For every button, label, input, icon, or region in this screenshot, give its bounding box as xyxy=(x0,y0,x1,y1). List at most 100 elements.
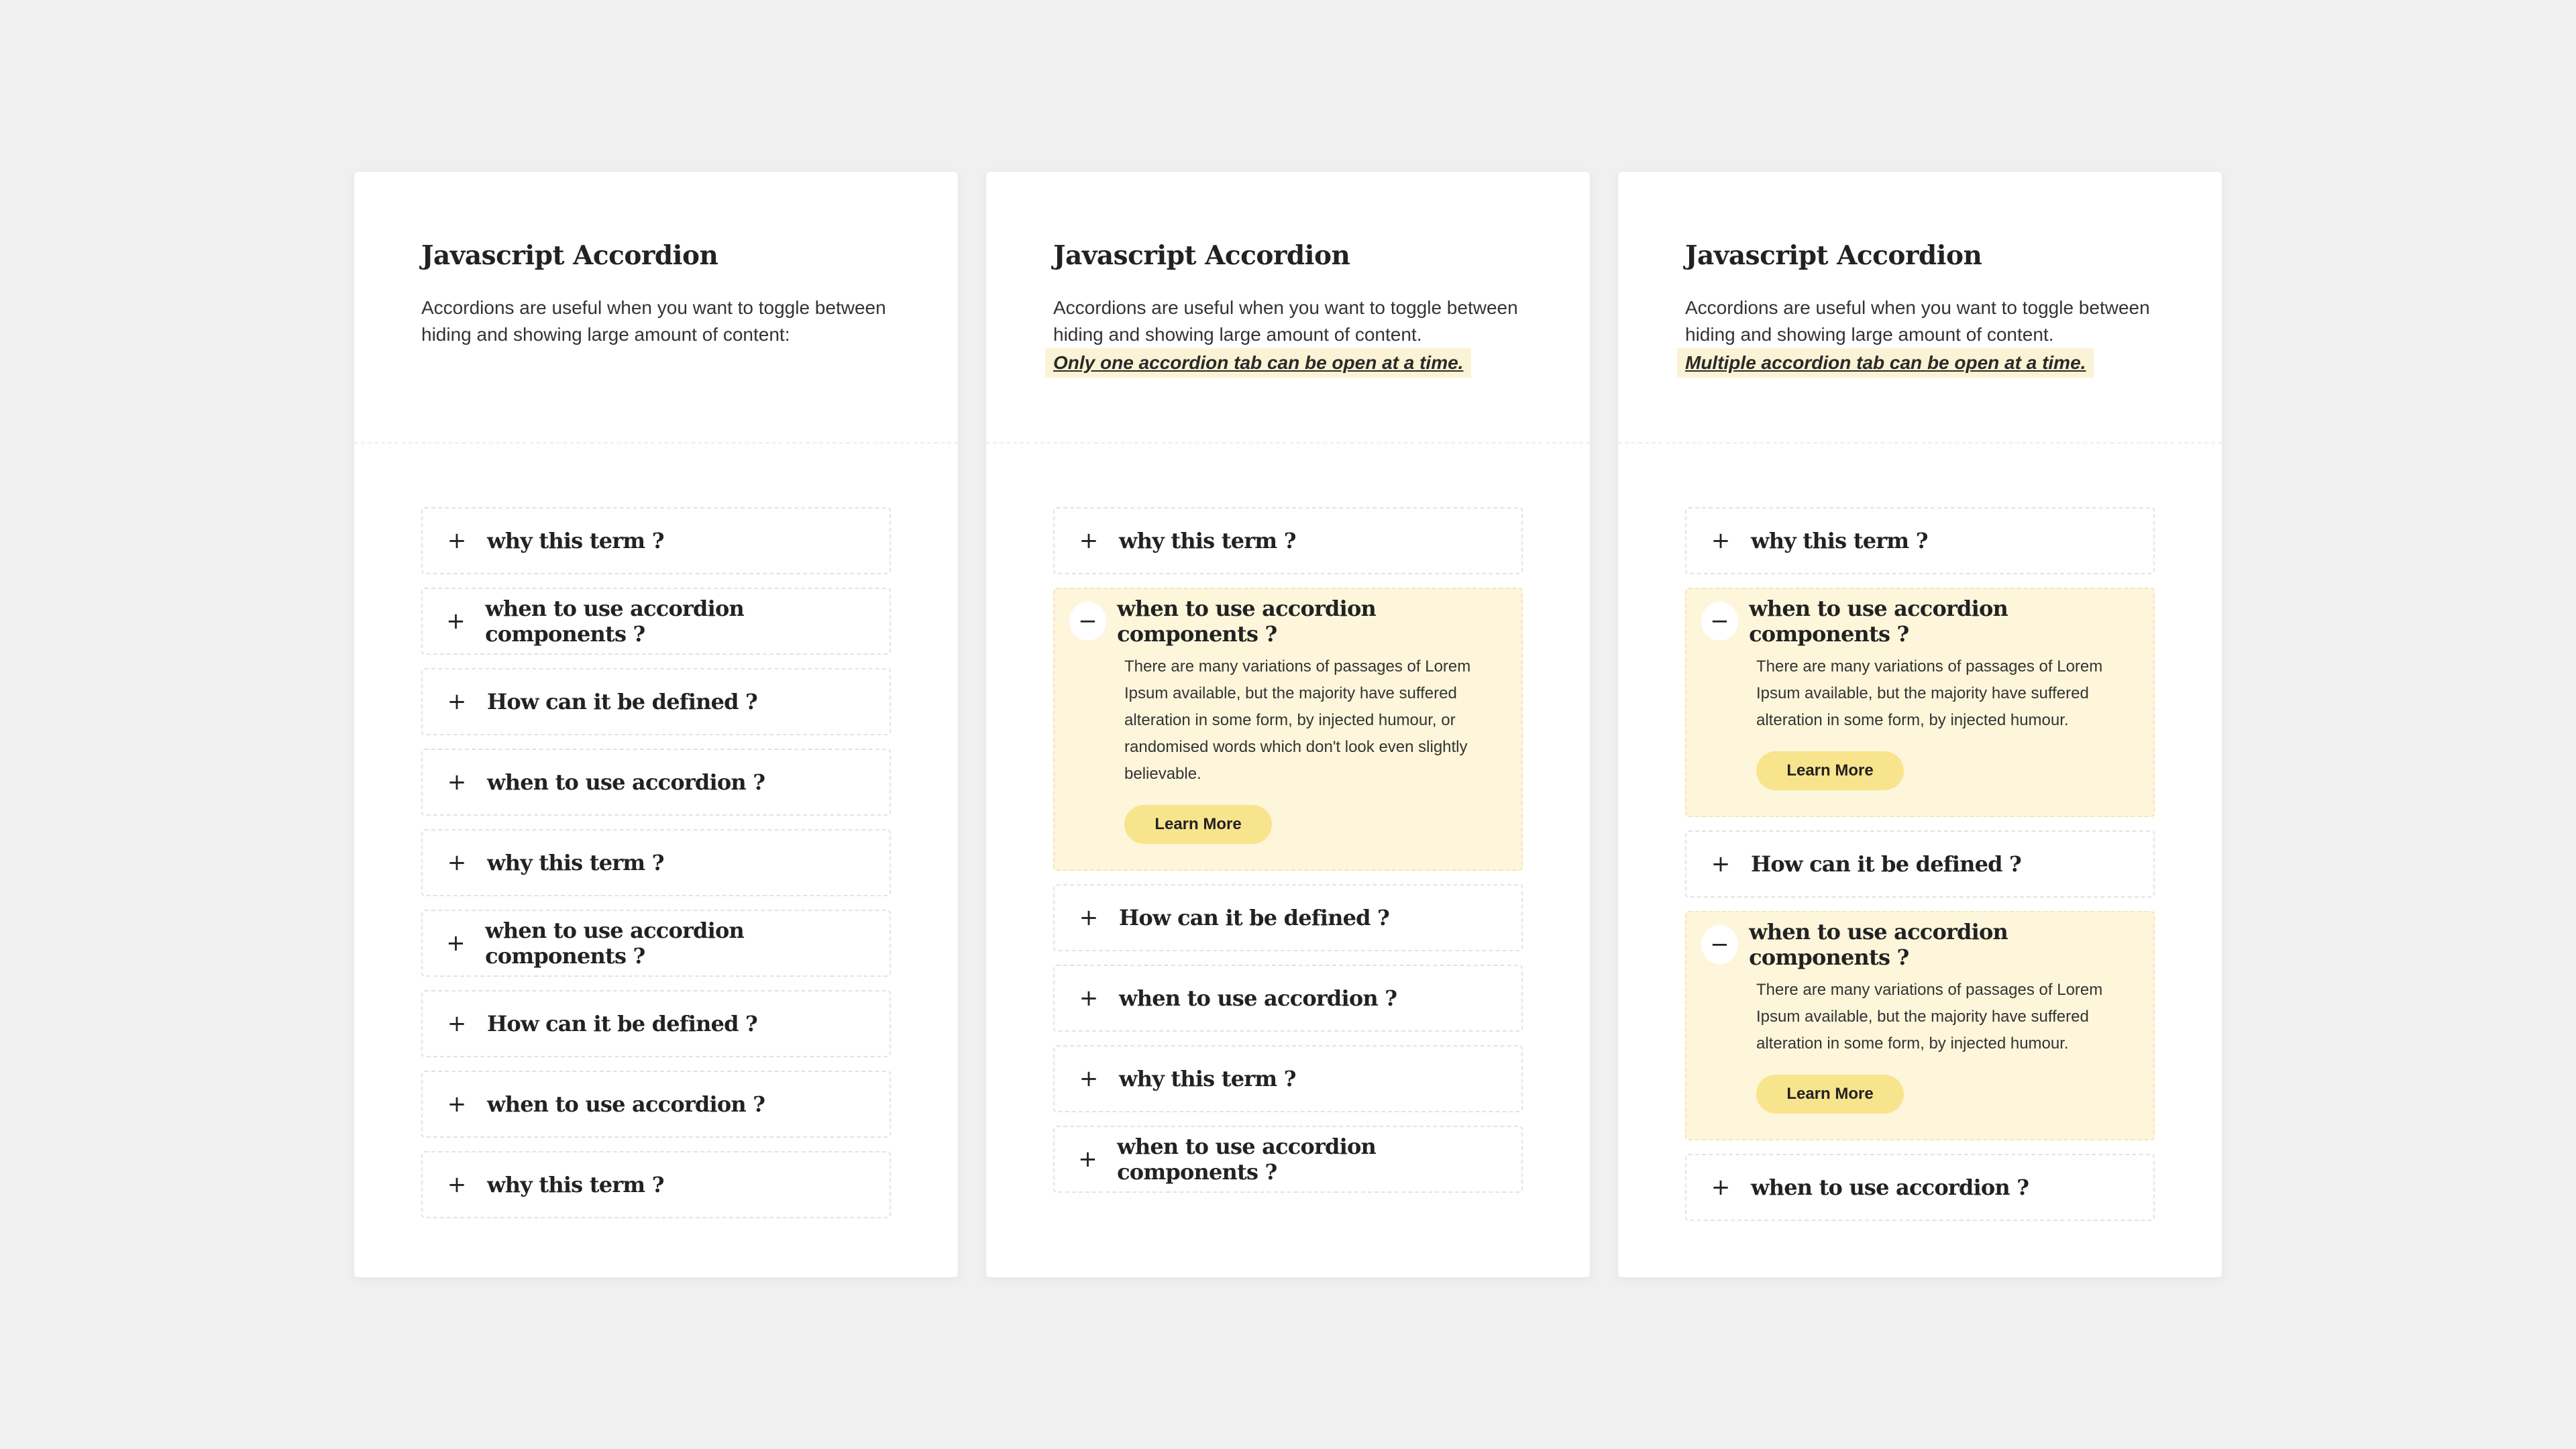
accordion-question: why this term ? xyxy=(1751,528,1928,553)
card-header: Javascript Accordion Accordions are usefu… xyxy=(986,172,1590,443)
minus-icon[interactable]: − xyxy=(1701,602,1739,641)
accordion-toggle[interactable]: + when to use accordion components ? xyxy=(423,911,890,975)
minus-icon[interactable]: − xyxy=(1701,925,1739,964)
plus-icon[interactable]: + xyxy=(437,521,476,560)
accordion-panel: There are many variations of passages of… xyxy=(1686,977,2153,1139)
accordion-item: + why this term ? xyxy=(1685,507,2155,574)
accordion-toggle[interactable]: + How can it be defined ? xyxy=(1686,832,2153,896)
accordion-item: + why this term ? xyxy=(421,507,891,574)
accordion-question: why this term ? xyxy=(487,528,664,553)
card-note: Multiple accordion tab can be open at a … xyxy=(1677,347,2094,378)
plus-icon[interactable]: + xyxy=(1069,521,1108,560)
accordion-toggle[interactable]: + when to use accordion ? xyxy=(423,1072,890,1136)
card-header: Javascript Accordion Accordions are usefu… xyxy=(1618,172,2222,443)
plus-icon[interactable]: + xyxy=(437,924,474,963)
accordion-list: + why this term ? − when to use accordion c… xyxy=(1618,443,2222,1221)
accordion-item: + when to use accordion components ? xyxy=(421,588,891,655)
accordion-question: How can it be defined ? xyxy=(1119,905,1390,930)
accordion-question: when to use accordion ? xyxy=(1119,985,1397,1011)
accordion-item: + when to use accordion components ? xyxy=(1053,1126,1523,1193)
minus-icon[interactable]: − xyxy=(1069,602,1107,641)
accordion-toggle[interactable]: − when to use accordion components ? xyxy=(1686,912,2153,977)
accordion-question: when to use accordion components ? xyxy=(1749,596,2008,647)
accordion-card-single-open: Javascript Accordion Accordions are usefu… xyxy=(986,172,1590,1277)
plus-icon[interactable]: + xyxy=(437,1085,476,1124)
card-description: Accordions are useful when you want to t… xyxy=(1685,297,2150,345)
accordion-question: why this term ? xyxy=(1119,528,1296,553)
card-description: Accordions are useful when you want to t… xyxy=(421,297,886,345)
accordion-question: when to use accordion components ? xyxy=(485,918,745,969)
accordion-toggle[interactable]: + How can it be defined ? xyxy=(1055,885,1521,950)
accordion-item: + when to use accordion ? xyxy=(421,1071,891,1138)
accordion-answer: There are many variations of passages of… xyxy=(1756,657,2103,729)
accordion-toggle[interactable]: + when to use accordion ? xyxy=(1055,966,1521,1030)
accordion-list: + why this term ? + when to use accordion c… xyxy=(354,443,958,1218)
accordion-item: + How can it be defined ? xyxy=(421,990,891,1057)
accordion-item: + why this term ? xyxy=(421,1151,891,1218)
accordion-item: + when to use accordion ? xyxy=(1053,965,1523,1032)
accordion-question: when to use accordion components ? xyxy=(1749,919,2008,970)
plus-icon[interactable]: + xyxy=(1069,979,1108,1018)
accordion-toggle[interactable]: + why this term ? xyxy=(1686,508,2153,573)
plus-icon[interactable]: + xyxy=(1701,521,1740,560)
plus-icon[interactable]: + xyxy=(1701,1168,1740,1207)
accordion-panel: There are many variations of passages of… xyxy=(1686,653,2153,816)
plus-icon[interactable]: + xyxy=(437,602,474,641)
learn-more-button[interactable]: Learn More xyxy=(1756,1075,1904,1114)
accordion-item: − when to use accordion components ? There… xyxy=(1053,588,1523,871)
accordion-card-basic: Javascript Accordion Accordions are usefu… xyxy=(354,172,958,1277)
accordion-toggle[interactable]: + why this term ? xyxy=(423,830,890,895)
accordion-list: + why this term ? − when to use accordion c… xyxy=(986,443,1590,1193)
accordion-item: + when to use accordion components ? xyxy=(421,910,891,977)
accordion-question: why this term ? xyxy=(487,850,664,875)
accordion-toggle[interactable]: + How can it be defined ? xyxy=(423,991,890,1056)
card-title: Javascript Accordion xyxy=(1685,240,1982,271)
accordion-question: when to use accordion components ? xyxy=(1117,596,1377,647)
accordion-item: + when to use accordion ? xyxy=(1685,1154,2155,1221)
accordion-answer: There are many variations of passages of… xyxy=(1124,657,1471,783)
card-note: Only one accordion tab can be open at a … xyxy=(1045,347,1472,378)
accordion-card-multiple-open: Javascript Accordion Accordions are usefu… xyxy=(1618,172,2222,1277)
plus-icon[interactable]: + xyxy=(437,682,476,721)
card-title: Javascript Accordion xyxy=(1053,240,1350,271)
plus-icon[interactable]: + xyxy=(437,843,476,882)
plus-icon[interactable]: + xyxy=(1701,845,1740,883)
accordion-item: + How can it be defined ? xyxy=(1685,830,2155,898)
accordion-question: why this term ? xyxy=(1119,1066,1296,1091)
accordion-toggle[interactable]: + when to use accordion ? xyxy=(423,750,890,814)
accordion-toggle[interactable]: − when to use accordion components ? xyxy=(1055,589,1521,653)
accordion-toggle[interactable]: + why this term ? xyxy=(1055,1046,1521,1111)
plus-icon[interactable]: + xyxy=(437,763,476,802)
plus-icon[interactable]: + xyxy=(1069,1140,1106,1179)
accordion-question: when to use accordion ? xyxy=(1751,1175,2029,1200)
card-title: Javascript Accordion xyxy=(421,240,718,271)
accordion-question: why this term ? xyxy=(487,1172,664,1197)
plus-icon[interactable]: + xyxy=(437,1004,476,1043)
accordion-panel: There are many variations of passages of… xyxy=(1055,653,1521,869)
plus-icon[interactable]: + xyxy=(1069,1059,1108,1098)
accordion-toggle[interactable]: + when to use accordion ? xyxy=(1686,1155,2153,1220)
accordion-question: How can it be defined ? xyxy=(487,1011,758,1036)
accordion-question: when to use accordion components ? xyxy=(1117,1134,1377,1185)
accordion-toggle[interactable]: + when to use accordion components ? xyxy=(423,589,890,653)
card-description: Accordions are useful when you want to t… xyxy=(1053,297,1518,345)
plus-icon[interactable]: + xyxy=(1069,898,1108,937)
learn-more-button[interactable]: Learn More xyxy=(1124,805,1272,844)
accordion-item: + why this term ? xyxy=(1053,507,1523,574)
learn-more-button[interactable]: Learn More xyxy=(1756,751,1904,790)
accordion-answer: There are many variations of passages of… xyxy=(1756,981,2103,1053)
accordion-question: How can it be defined ? xyxy=(487,689,758,714)
accordion-toggle[interactable]: + why this term ? xyxy=(423,1152,890,1217)
accordion-toggle[interactable]: + How can it be defined ? xyxy=(423,669,890,734)
plus-icon[interactable]: + xyxy=(437,1165,476,1204)
accordion-item: − when to use accordion components ? There… xyxy=(1685,911,2155,1140)
accordion-toggle[interactable]: + why this term ? xyxy=(423,508,890,573)
accordion-toggle[interactable]: + when to use accordion components ? xyxy=(1055,1127,1521,1191)
accordion-toggle[interactable]: − when to use accordion components ? xyxy=(1686,589,2153,653)
accordion-toggle[interactable]: + why this term ? xyxy=(1055,508,1521,573)
accordion-item: + why this term ? xyxy=(421,829,891,896)
accordion-item: + why this term ? xyxy=(1053,1045,1523,1112)
accordion-question: when to use accordion components ? xyxy=(485,596,745,647)
card-header: Javascript Accordion Accordions are usefu… xyxy=(354,172,958,443)
accordion-question: when to use accordion ? xyxy=(487,769,765,795)
